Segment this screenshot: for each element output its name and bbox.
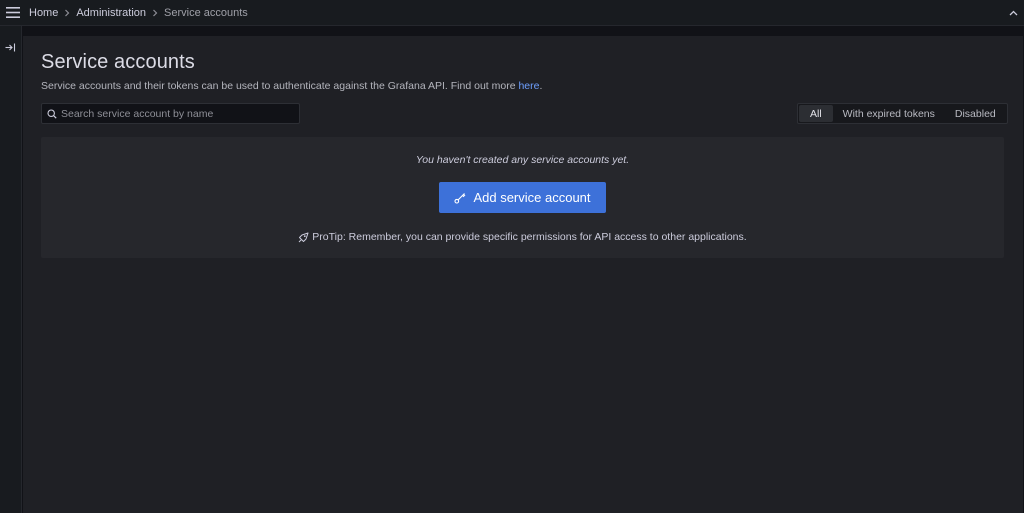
main-content: Service accounts Service accounts and th… xyxy=(23,36,1023,513)
chevron-right-icon xyxy=(152,9,158,17)
hamburger-menu-icon[interactable] xyxy=(0,0,26,26)
dock-right-icon[interactable] xyxy=(3,40,17,54)
filter-all[interactable]: All xyxy=(799,105,833,122)
state-filter: All With expired tokens Disabled xyxy=(797,103,1008,124)
breadcrumb-home[interactable]: Home xyxy=(29,7,58,19)
page-subtitle: Service accounts and their tokens can be… xyxy=(41,80,542,92)
protip-text: ProTip: Remember, you can provide specif… xyxy=(312,231,747,243)
rocket-icon xyxy=(298,232,309,243)
subtitle-text: Service accounts and their tokens can be… xyxy=(41,80,519,92)
empty-state-card: You haven't created any service accounts… xyxy=(41,137,1004,258)
add-service-account-label: Add service account xyxy=(473,190,591,205)
subtitle-end: . xyxy=(539,80,543,92)
search-box[interactable] xyxy=(41,103,300,124)
breadcrumb: Home Administration Service accounts xyxy=(29,7,248,19)
top-bar: Home Administration Service accounts xyxy=(0,0,1024,26)
breadcrumb-service-accounts: Service accounts xyxy=(164,6,248,19)
filter-with-expired-tokens[interactable]: With expired tokens xyxy=(833,105,945,122)
chevron-right-icon xyxy=(64,9,70,17)
search-input[interactable] xyxy=(61,107,281,120)
key-icon xyxy=(454,192,466,204)
empty-state-message: You haven't created any service accounts… xyxy=(415,154,630,166)
breadcrumb-administration[interactable]: Administration xyxy=(76,7,146,19)
learn-more-link[interactable]: here xyxy=(518,80,539,92)
protip: ProTip: Remember, you can provide specif… xyxy=(41,231,1004,243)
search-icon xyxy=(47,108,57,119)
page-title: Service accounts xyxy=(41,51,195,73)
add-service-account-button[interactable]: Add service account xyxy=(439,182,606,213)
chevron-up-icon[interactable] xyxy=(1006,6,1020,20)
filter-disabled[interactable]: Disabled xyxy=(945,105,1006,122)
left-rail xyxy=(0,26,22,513)
